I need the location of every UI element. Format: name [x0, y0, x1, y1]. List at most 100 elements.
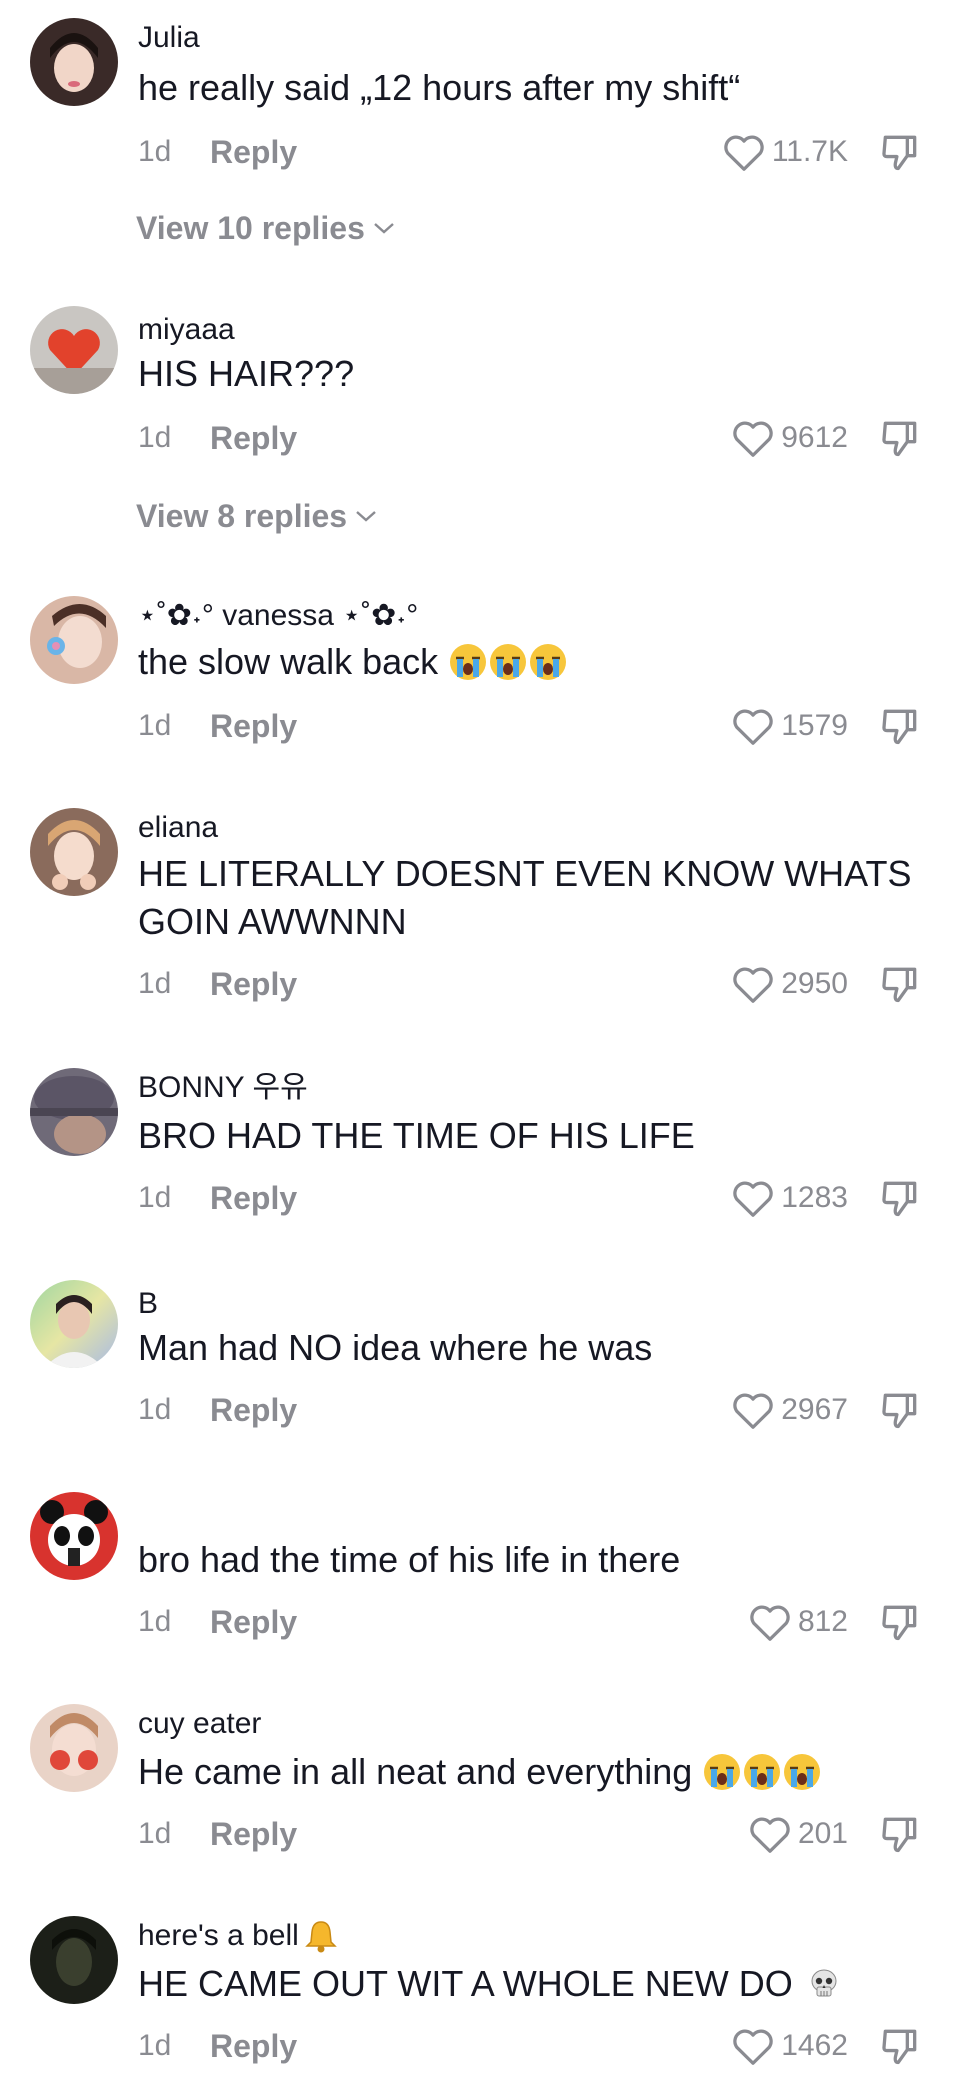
chevron-down-icon: [356, 511, 376, 522]
like-count: 2950: [781, 967, 848, 1000]
like-count: 11.7K: [771, 135, 848, 168]
comment-text: HIS HAIR???: [138, 353, 355, 394]
like-button[interactable]: 11.7K: [722, 128, 848, 176]
comment-time: 1d: [138, 1605, 172, 1638]
comment-username[interactable]: ⋆˚✿˖° vanessa ⋆˚✿˖°: [138, 596, 418, 636]
heart-icon: [733, 967, 773, 1003]
heart-icon: [733, 2029, 773, 2065]
avatar[interactable]: [30, 1280, 118, 1368]
crying-emoji-group: [448, 642, 568, 682]
comment-actions: 1d Reply 201: [138, 1810, 938, 1858]
comment-username[interactable]: BONNY 우유: [138, 1068, 308, 1108]
reply-button[interactable]: Reply: [210, 1386, 297, 1434]
avatar[interactable]: [30, 306, 118, 394]
loudly-crying-face-icon: [744, 1754, 781, 1790]
like-button[interactable]: 812: [748, 1598, 848, 1646]
reply-button[interactable]: Reply: [210, 1810, 297, 1858]
dislike-icon[interactable]: [878, 1600, 922, 1644]
avatar[interactable]: [30, 18, 118, 106]
comment-time: 1d: [138, 967, 172, 1000]
comment-time: 1d: [138, 1393, 172, 1426]
comment-actions: 1d Reply 1283: [138, 1174, 938, 1222]
comment-text-content: HE CAME OUT WIT A WHOLE NEW DO: [138, 1963, 793, 2004]
like-button[interactable]: 2950: [731, 960, 848, 1008]
comment-time: 1d: [138, 421, 172, 454]
heart-icon: [733, 1181, 773, 1217]
comment-username[interactable]: eliana: [138, 808, 218, 848]
comment-text: Man had NO idea where he was: [138, 1327, 653, 1368]
loudly-crying-face-icon: [490, 644, 527, 680]
comment-username[interactable]: Julia: [138, 18, 200, 58]
comment-text: bro had the time of his life in there: [138, 1539, 681, 1580]
avatar[interactable]: [30, 1492, 118, 1580]
comment-time: 1d: [138, 1817, 172, 1850]
comment-username-text: here's a bell: [138, 1919, 299, 1952]
dislike-icon[interactable]: [878, 416, 922, 460]
view-replies-button[interactable]: View 8 replies: [136, 494, 377, 538]
like-count: 2967: [781, 1393, 848, 1426]
view-replies-label: View 10 replies: [136, 210, 365, 246]
comment-actions: 1d Reply 1579: [138, 702, 938, 750]
reply-button[interactable]: Reply: [210, 1174, 297, 1222]
dislike-icon[interactable]: [878, 1812, 922, 1856]
comment-time: 1d: [138, 709, 172, 742]
avatar[interactable]: [30, 1704, 118, 1792]
dislike-icon[interactable]: [878, 962, 922, 1006]
reply-button[interactable]: Reply: [210, 128, 297, 176]
like-count: 201: [797, 1817, 848, 1850]
reply-button[interactable]: Reply: [210, 2022, 297, 2070]
comment-text: BRO HAD THE TIME OF HIS LIFE: [138, 1115, 695, 1156]
like-button[interactable]: 201: [748, 1810, 848, 1858]
avatar[interactable]: [30, 1916, 118, 2004]
comment-actions: 1d Reply 2967: [138, 1386, 938, 1434]
reply-button[interactable]: Reply: [210, 702, 297, 750]
avatar[interactable]: [30, 808, 118, 896]
reply-button[interactable]: Reply: [210, 414, 297, 462]
like-count: 9612: [781, 421, 848, 454]
view-replies-label: View 8 replies: [136, 498, 348, 534]
reply-button[interactable]: Reply: [210, 1598, 297, 1646]
comment-time: 1d: [138, 1181, 172, 1214]
comment-text-content: He came in all neat and everything: [138, 1751, 693, 1792]
loudly-crying-face-icon: [784, 1754, 821, 1790]
avatar[interactable]: [30, 1068, 118, 1156]
heart-icon: [750, 1817, 790, 1853]
comment-text-content: the slow walk back: [138, 641, 439, 682]
like-button[interactable]: 1283: [731, 1174, 848, 1222]
comment-time: 1d: [138, 135, 172, 168]
comment-text: HE LITERALLY DOESNT EVEN KNOW WHATS GOIN…: [138, 853, 922, 942]
heart-icon: [750, 1605, 790, 1641]
comment-text: He came in all neat and everything: [138, 1748, 918, 1796]
avatar[interactable]: [30, 596, 118, 684]
comment-actions: 1d Reply 812: [138, 1598, 938, 1646]
reply-button[interactable]: Reply: [210, 960, 297, 1008]
comment-actions: 1d Reply 1462: [138, 2022, 938, 2070]
comment-actions: 1d Reply 2950: [138, 960, 938, 1008]
crying-emoji-group: [702, 1752, 822, 1792]
dislike-icon[interactable]: [878, 1176, 922, 1220]
heart-icon: [733, 1393, 773, 1429]
comment-text: HE CAME OUT WIT A WHOLE NEW DO: [138, 1960, 918, 2008]
chevron-down-icon: [374, 223, 394, 234]
comment-actions: 1d Reply 11.7K: [138, 128, 938, 176]
like-button[interactable]: 2967: [731, 1386, 848, 1434]
comment-username[interactable]: B: [138, 1284, 158, 1324]
like-button[interactable]: 1579: [731, 702, 848, 750]
dislike-icon[interactable]: [878, 130, 922, 174]
heart-icon: [733, 709, 773, 745]
comment-username[interactable]: cuy eater: [138, 1704, 261, 1744]
bell-icon: [305, 1921, 337, 1953]
dislike-icon[interactable]: [878, 1388, 922, 1432]
dislike-icon[interactable]: [878, 2024, 922, 2068]
dislike-icon[interactable]: [878, 704, 922, 748]
loudly-crying-face-icon: [450, 644, 487, 680]
like-count: 1579: [781, 709, 848, 742]
comment-actions: 1d Reply 9612: [138, 414, 938, 462]
view-replies-button[interactable]: View 10 replies: [136, 206, 395, 250]
comment-username[interactable]: miyaaa: [138, 310, 235, 350]
skull-icon: [811, 1969, 837, 1997]
like-button[interactable]: 1462: [731, 2022, 848, 2070]
like-button[interactable]: 9612: [731, 414, 848, 462]
comment-username[interactable]: here's a bell: [138, 1916, 339, 1956]
like-count: 1283: [781, 1181, 848, 1214]
